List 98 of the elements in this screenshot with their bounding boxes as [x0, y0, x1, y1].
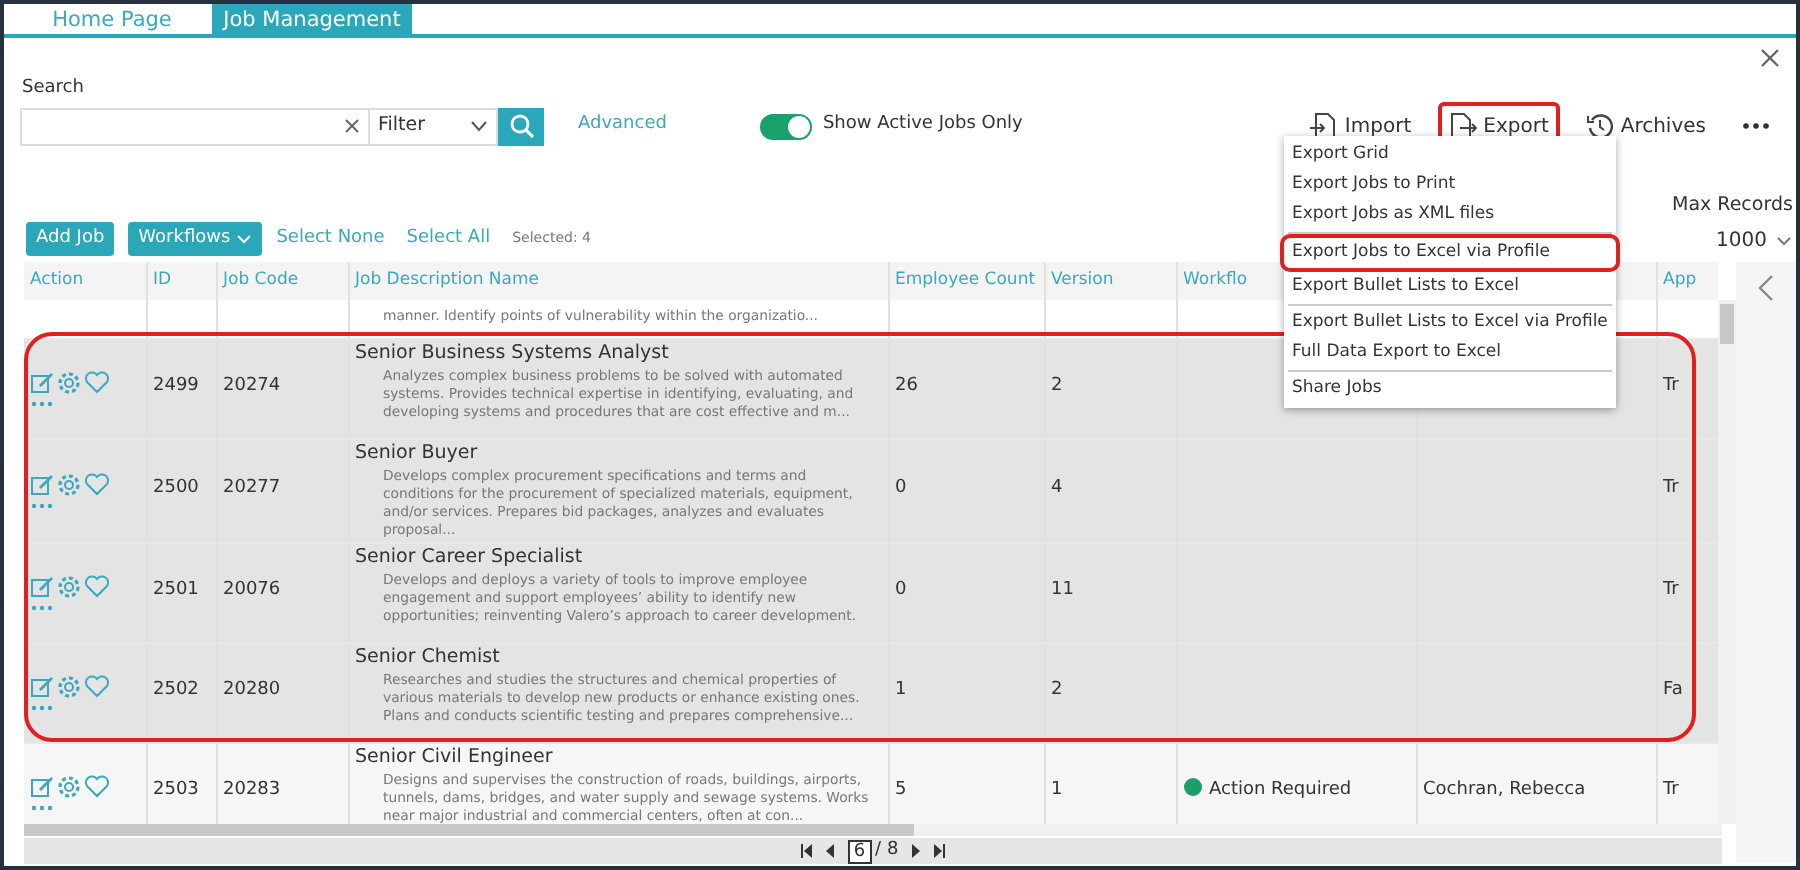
heart-icon[interactable] [84, 574, 110, 599]
edit-icon[interactable] [30, 370, 54, 394]
search-field[interactable] [20, 107, 370, 145]
tab[interactable]: Job Management [212, 4, 412, 34]
table-cell: 20076 [223, 580, 281, 601]
heart-icon[interactable] [84, 774, 110, 799]
table-cell: 2 [1051, 680, 1063, 701]
table-cell: Tr [1663, 478, 1679, 499]
job-title: Senior Chemist [355, 645, 500, 668]
import-icon [1310, 112, 1339, 140]
table-cell: 20283 [223, 780, 281, 801]
gear-icon[interactable] [56, 773, 82, 800]
menu-item[interactable]: Export Bullet Lists to Excel [1284, 272, 1616, 302]
export-icon [1449, 112, 1478, 140]
table-row[interactable] [24, 642, 1718, 743]
more-icon[interactable] [30, 603, 54, 612]
more-icon[interactable] [30, 803, 54, 812]
add-job-button[interactable]: Add Job [26, 221, 115, 257]
advanced-link[interactable]: Advanced [578, 112, 667, 140]
next-page-icon[interactable] [910, 844, 921, 858]
job-title: Senior Career Specialist [355, 545, 583, 568]
max-records-select[interactable]: 1000 [1672, 226, 1793, 257]
gear-icon[interactable] [56, 573, 82, 600]
table-row[interactable] [24, 338, 1718, 438]
workflows-button[interactable]: Workflows [128, 221, 263, 257]
job-title: Senior Buyer [355, 441, 478, 463]
table-cell: Cochran, Rebecca [1423, 780, 1586, 801]
search-button[interactable] [498, 107, 544, 145]
more-icon[interactable] [30, 703, 54, 712]
menu-item[interactable]: Export Bullet Lists to Excel via Profile [1284, 308, 1616, 338]
table-cell: 5 [895, 780, 907, 801]
column-header[interactable]: Workflo [1183, 270, 1248, 291]
column-header[interactable]: ID [153, 270, 172, 291]
table-cell: 20280 [223, 680, 281, 701]
table-cell: Tr [1663, 580, 1679, 601]
table-cell: 26 [895, 376, 918, 397]
clear-icon[interactable] [344, 118, 360, 134]
edit-icon[interactable] [30, 674, 54, 699]
chevron-down-icon [236, 234, 253, 244]
last-page-icon[interactable] [932, 844, 947, 858]
previous-page-icon[interactable] [825, 844, 836, 858]
column-header[interactable]: Job Description Name [355, 270, 539, 291]
table-cell: 20274 [223, 376, 281, 397]
search-label: Search [22, 76, 84, 102]
table-cell: 20277 [223, 478, 281, 499]
close-icon[interactable] [1760, 48, 1780, 68]
max-records-label: Max Records [1672, 192, 1793, 220]
toggle-label: Show Active Jobs Only [822, 112, 1023, 139]
heart-icon[interactable] [84, 674, 110, 699]
gear-icon[interactable] [56, 673, 82, 700]
table-cell: Tr [1663, 376, 1679, 397]
table-cell: 2499 [153, 376, 199, 397]
menu-item[interactable]: Export Jobs to Excel via Profile [1284, 238, 1616, 268]
table-row[interactable] [24, 438, 1718, 543]
menu-item[interactable]: Export Jobs to Print [1284, 170, 1616, 200]
table-cell: 2501 [153, 580, 199, 601]
search-icon [509, 114, 533, 138]
job-title: Senior Business Systems Analyst [355, 341, 669, 363]
more-icon[interactable] [30, 399, 54, 407]
first-page-icon[interactable] [799, 844, 814, 858]
history-icon [1586, 112, 1615, 140]
heart-icon[interactable] [84, 370, 110, 394]
table-cell: 2500 [153, 478, 199, 499]
menu-item[interactable]: Share Jobs [1284, 374, 1616, 404]
gear-icon[interactable] [56, 471, 82, 498]
table-cell: 1 [1051, 780, 1063, 801]
chevron-left-icon[interactable] [1758, 274, 1774, 302]
table-cell: Tr [1663, 780, 1679, 801]
edit-icon[interactable] [30, 774, 54, 799]
tab[interactable]: Home Page [12, 4, 212, 34]
workflow-status: Action Required [1183, 780, 1352, 801]
gear-icon[interactable] [56, 369, 82, 395]
more-icon[interactable] [30, 501, 54, 510]
chevron-down-icon [470, 120, 488, 132]
horizontal-scrollbar[interactable] [24, 824, 1722, 836]
table-cell: 11 [1051, 580, 1074, 601]
heart-icon[interactable] [84, 472, 110, 497]
table-cell: 2503 [153, 780, 199, 801]
table-cell: 0 [895, 580, 907, 601]
edit-icon[interactable] [30, 472, 54, 497]
vertical-scrollbar[interactable] [1718, 300, 1736, 824]
table-cell: 0 [895, 478, 907, 499]
menu-item[interactable]: Full Data Export to Excel [1284, 338, 1616, 368]
toggle-switch[interactable] [760, 113, 813, 139]
table-cell: 2502 [153, 680, 199, 701]
edit-icon[interactable] [30, 574, 54, 599]
table-cell: Fa [1663, 680, 1683, 701]
table-cell: 4 [1051, 478, 1063, 499]
chevron-down-icon [1776, 236, 1793, 247]
page-total: / 8 [875, 837, 899, 864]
select-all-link[interactable]: Select All [406, 225, 491, 253]
table-cell: 2 [1051, 376, 1063, 397]
job-title: Senior Civil Engineer [355, 745, 553, 768]
menu-item[interactable]: Export Jobs as XML files [1284, 200, 1616, 230]
page-input[interactable]: 6 [847, 839, 872, 863]
table-row[interactable] [24, 542, 1718, 643]
table-cell: 1 [895, 680, 907, 701]
select-none-link[interactable]: Select None [276, 225, 385, 253]
